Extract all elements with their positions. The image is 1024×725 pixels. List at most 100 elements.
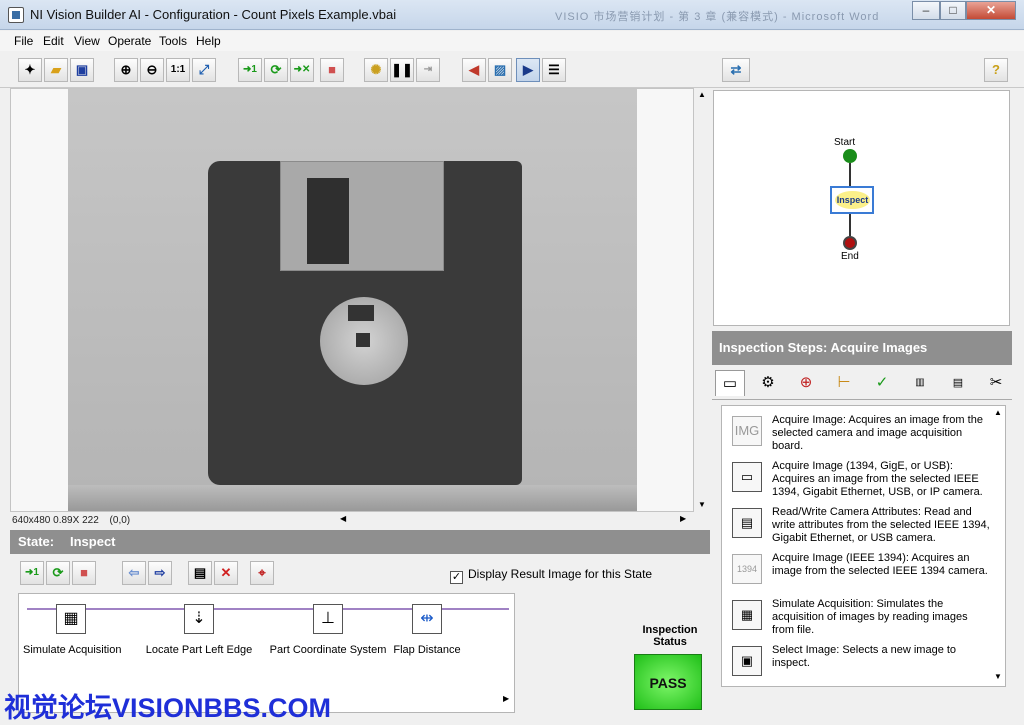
image-icon[interactable]: ▨ bbox=[488, 58, 512, 82]
end-node[interactable] bbox=[843, 236, 857, 250]
transition-arrow bbox=[849, 163, 851, 186]
run-once-icon[interactable]: ➜1 bbox=[20, 561, 44, 585]
list-item-text: Select Image: Selects a new image to ins… bbox=[772, 644, 957, 669]
scroll-down-icon[interactable]: ▼ bbox=[994, 672, 1002, 681]
enhance-images-tab-icon[interactable]: ⚙ bbox=[753, 370, 783, 396]
inspect-state[interactable]: Inspect bbox=[830, 186, 874, 214]
inspection-status-indicator: PASS bbox=[634, 654, 702, 710]
move-right-icon[interactable]: ⇨ bbox=[148, 561, 172, 585]
right-scrollbar[interactable] bbox=[1010, 90, 1024, 688]
end-label: End bbox=[841, 251, 859, 262]
next-image-icon[interactable]: ▶ bbox=[516, 58, 540, 82]
scroll-right-icon[interactable]: ▶ bbox=[503, 694, 509, 703]
configure-flow-icon[interactable]: ⇄ bbox=[722, 58, 750, 82]
list-item[interactable]: 1394 Acquire Image (IEEE 1394): Acquires… bbox=[732, 552, 992, 584]
inspection-steps-title: Inspection Steps: Acquire Images bbox=[719, 340, 928, 355]
menu-edit[interactable]: Edit bbox=[43, 34, 64, 48]
zoom-1-1-icon[interactable]: 1:1 bbox=[166, 58, 190, 82]
hub-hole bbox=[348, 305, 374, 321]
move-left-icon[interactable]: ⇦ bbox=[122, 561, 146, 585]
menu-view[interactable]: View bbox=[74, 34, 100, 48]
minimize-button[interactable]: – bbox=[912, 1, 940, 20]
step-locate-part-left-edge[interactable]: ⇣ Locate Part Left Edge bbox=[143, 604, 255, 656]
pause-icon[interactable]: ❚❚ bbox=[390, 58, 414, 82]
step-flap-distance[interactable]: ⇹ Flap Distance bbox=[391, 604, 463, 656]
use-additional-tools-tab-icon[interactable]: ✂ bbox=[981, 370, 1011, 396]
list-item[interactable]: ▤ Read/Write Camera Attributes: Read and… bbox=[732, 506, 992, 545]
camera-attributes-icon: ▤ bbox=[732, 508, 762, 538]
display-result-checkbox[interactable]: ✓ Display Result Image for this State bbox=[450, 567, 652, 584]
menu-help[interactable]: Help bbox=[196, 34, 221, 48]
step-label: Part Coordinate System bbox=[269, 644, 387, 656]
run-once-icon[interactable]: ➜1 bbox=[238, 58, 262, 82]
save-icon[interactable]: ▣ bbox=[70, 58, 94, 82]
start-node[interactable] bbox=[843, 149, 857, 163]
list-item-text: Simulate Acquisition: Simulates the acqu… bbox=[772, 598, 968, 636]
inspection-status-label: Inspection Status bbox=[642, 624, 698, 648]
scroll-down-icon[interactable]: ▼ bbox=[698, 500, 706, 509]
new-file-icon[interactable]: ✦ bbox=[18, 58, 42, 82]
inspection-steps-header: Inspection Steps: Acquire Images bbox=[712, 331, 1012, 365]
checkbox[interactable]: ✓ bbox=[450, 571, 463, 584]
step-part-coordinate-system[interactable]: ⊥ Part Coordinate System bbox=[269, 604, 387, 656]
scroll-up-icon[interactable]: ▲ bbox=[698, 90, 706, 99]
list-item[interactable]: ▭ Acquire Image (1394, GigE, or USB): Ac… bbox=[732, 460, 992, 499]
display-result-label: Display Result Image for this State bbox=[468, 567, 653, 581]
locate-features-tab-icon[interactable]: ⊕ bbox=[791, 370, 821, 396]
acquire-images-tab-icon[interactable]: ▭ bbox=[715, 370, 745, 396]
start-label: Start bbox=[834, 137, 856, 148]
previous-image-icon[interactable]: ◀ bbox=[462, 58, 486, 82]
clipboard-icon[interactable]: ▤ bbox=[188, 561, 212, 585]
stop-icon[interactable]: ■ bbox=[320, 58, 344, 82]
acquire-image-icon: IMG bbox=[732, 416, 762, 446]
run-step-icon[interactable]: ➜✕ bbox=[290, 58, 314, 82]
title-bar: NI Vision Builder AI - Configuration - C… bbox=[0, 0, 1024, 30]
list-item[interactable]: ▦ Simulate Acquisition: Simulates the ac… bbox=[732, 598, 992, 637]
inspect-state-label: Inspect bbox=[835, 191, 870, 209]
menu-tools[interactable]: Tools bbox=[159, 34, 187, 48]
menu-file[interactable]: File bbox=[14, 34, 33, 48]
image-browser-icon[interactable]: ☰ bbox=[542, 58, 566, 82]
inspection-step-list: IMG Acquire Image: Acquires an image fro… bbox=[721, 405, 1006, 687]
run-loop-icon[interactable]: ⟳ bbox=[46, 561, 70, 585]
image-info: 640x480 0.89X 222 (0,0) bbox=[12, 515, 130, 526]
step-label: Locate Part Left Edge bbox=[145, 644, 253, 656]
menu-operate[interactable]: Operate bbox=[108, 34, 151, 48]
scroll-up-icon[interactable]: ▲ bbox=[994, 408, 1002, 417]
coordinate-axes-icon: ⊥ bbox=[313, 604, 343, 634]
delete-icon[interactable]: ✕ bbox=[214, 561, 238, 585]
close-button[interactable]: ✕ bbox=[966, 1, 1016, 20]
run-loop-icon[interactable]: ⟳ bbox=[264, 58, 288, 82]
identify-parts-tab-icon[interactable]: ▥ bbox=[905, 370, 935, 396]
image-display bbox=[10, 88, 694, 512]
caliper-icon: ⇹ bbox=[412, 604, 442, 634]
target-icon[interactable]: ⌖ bbox=[250, 561, 274, 585]
lightbulb-icon[interactable]: ✺ bbox=[364, 58, 388, 82]
step-into-icon[interactable]: ⇥ bbox=[416, 58, 440, 82]
measure-features-tab-icon[interactable]: ⊢ bbox=[829, 370, 859, 396]
step-label: Flap Distance bbox=[393, 644, 461, 656]
stop-icon[interactable]: ■ bbox=[72, 561, 96, 585]
image-horizontal-scrollbar[interactable]: ◀ ▶ bbox=[340, 514, 692, 528]
disk-shutter bbox=[280, 161, 444, 271]
open-folder-icon[interactable]: ▰ bbox=[44, 58, 68, 82]
image-vertical-scrollbar[interactable]: ▲ ▼ bbox=[695, 88, 709, 512]
communicate-tab-icon[interactable]: ▤ bbox=[943, 370, 973, 396]
state-bar: State: Inspect bbox=[10, 530, 710, 554]
scroll-left-icon[interactable]: ◀ bbox=[340, 514, 346, 523]
check-presence-tab-icon[interactable]: ✓ bbox=[867, 370, 897, 396]
maximize-button[interactable]: □ bbox=[940, 1, 966, 20]
list-item[interactable]: ▣ Select Image: Selects a new image to i… bbox=[732, 644, 992, 676]
help-icon[interactable]: ? bbox=[984, 58, 1008, 82]
zoom-in-icon[interactable]: ⊕ bbox=[114, 58, 138, 82]
simulate-acquisition-icon: ▦ bbox=[56, 604, 86, 634]
floppy-disk-image[interactable] bbox=[68, 89, 637, 511]
list-item[interactable]: IMG Acquire Image: Acquires an image fro… bbox=[732, 414, 992, 453]
scroll-right-icon[interactable]: ▶ bbox=[680, 514, 686, 523]
zoom-out-icon[interactable]: ⊖ bbox=[140, 58, 164, 82]
step-simulate-acquisition[interactable]: ▦ Simulate Acquisition bbox=[23, 604, 121, 656]
select-image-icon: ▣ bbox=[732, 646, 762, 676]
image-size: 640x480 bbox=[12, 515, 51, 526]
hub-hole bbox=[356, 333, 370, 347]
zoom-fit-icon[interactable]: ⤢ bbox=[192, 58, 216, 82]
